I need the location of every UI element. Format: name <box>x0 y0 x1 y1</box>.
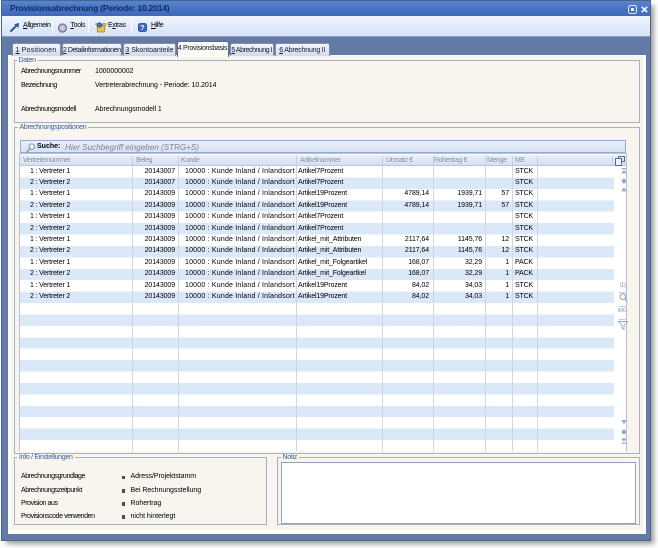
svg-text:?: ? <box>140 23 144 32</box>
